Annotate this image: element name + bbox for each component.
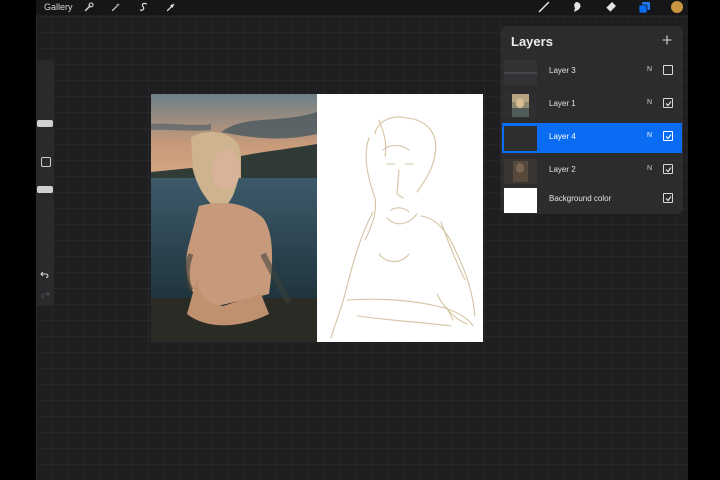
layer-thumbnail bbox=[504, 159, 537, 184]
plus-icon[interactable] bbox=[660, 33, 674, 47]
layer-row-background-color[interactable]: Background color bbox=[502, 185, 682, 215]
smudge-icon[interactable] bbox=[570, 0, 584, 14]
layer-name: Layer 4 bbox=[549, 132, 576, 141]
wrench-icon[interactable] bbox=[83, 1, 95, 13]
layer-row-layer-3[interactable]: Layer 3 N bbox=[502, 57, 682, 87]
layer-thumbnail bbox=[504, 93, 537, 118]
visibility-checkbox[interactable] bbox=[663, 98, 673, 108]
brush-size-slider[interactable] bbox=[37, 120, 53, 127]
layer-thumbnail bbox=[504, 188, 537, 213]
reference-photo bbox=[151, 94, 317, 342]
layer-name: Layer 3 bbox=[549, 66, 576, 75]
layer-name: Background color bbox=[549, 194, 612, 203]
layer-name: Layer 2 bbox=[549, 165, 576, 174]
layer-row-layer-1[interactable]: Layer 1 N bbox=[502, 90, 682, 120]
layers-icon[interactable] bbox=[637, 0, 651, 14]
transform-arrow-icon[interactable] bbox=[165, 1, 177, 13]
redo-icon[interactable] bbox=[39, 288, 51, 300]
color-swatch-icon[interactable] bbox=[670, 0, 684, 14]
magic-wand-icon[interactable] bbox=[110, 1, 122, 13]
modify-square-icon[interactable] bbox=[41, 157, 51, 167]
opacity-slider[interactable] bbox=[37, 186, 53, 194]
selection-icon[interactable] bbox=[138, 1, 150, 13]
undo-icon[interactable] bbox=[39, 268, 51, 280]
layer-thumbnail bbox=[504, 60, 537, 85]
blend-mode-button[interactable]: N bbox=[647, 165, 652, 172]
procreate-workspace: Gallery Layers Layer 3 N Layer 1 N Layer… bbox=[36, 0, 688, 480]
blend-mode-button[interactable]: N bbox=[647, 132, 652, 139]
visibility-checkbox[interactable] bbox=[663, 131, 673, 141]
top-toolbar: Gallery bbox=[36, 0, 688, 15]
blend-mode-button[interactable]: N bbox=[647, 66, 652, 73]
blend-mode-button[interactable]: N bbox=[647, 99, 652, 106]
layer-thumbnail bbox=[504, 126, 537, 151]
visibility-checkbox[interactable] bbox=[663, 193, 673, 203]
panel-title: Layers bbox=[511, 34, 553, 49]
sketch-layer bbox=[330, 116, 476, 339]
left-sidebar bbox=[36, 60, 54, 306]
layer-row-layer-4[interactable]: Layer 4 N bbox=[502, 123, 682, 153]
layers-panel: Layers Layer 3 N Layer 1 N Layer 4 N Lay… bbox=[501, 26, 683, 214]
eraser-icon[interactable] bbox=[603, 0, 617, 14]
brush-icon[interactable] bbox=[537, 0, 551, 14]
layer-row-layer-2[interactable]: Layer 2 N bbox=[502, 156, 682, 186]
gallery-button[interactable]: Gallery bbox=[44, 1, 73, 13]
layer-name: Layer 1 bbox=[549, 99, 576, 108]
visibility-checkbox[interactable] bbox=[663, 65, 673, 75]
visibility-checkbox[interactable] bbox=[663, 164, 673, 174]
drawing-canvas[interactable] bbox=[151, 94, 483, 342]
